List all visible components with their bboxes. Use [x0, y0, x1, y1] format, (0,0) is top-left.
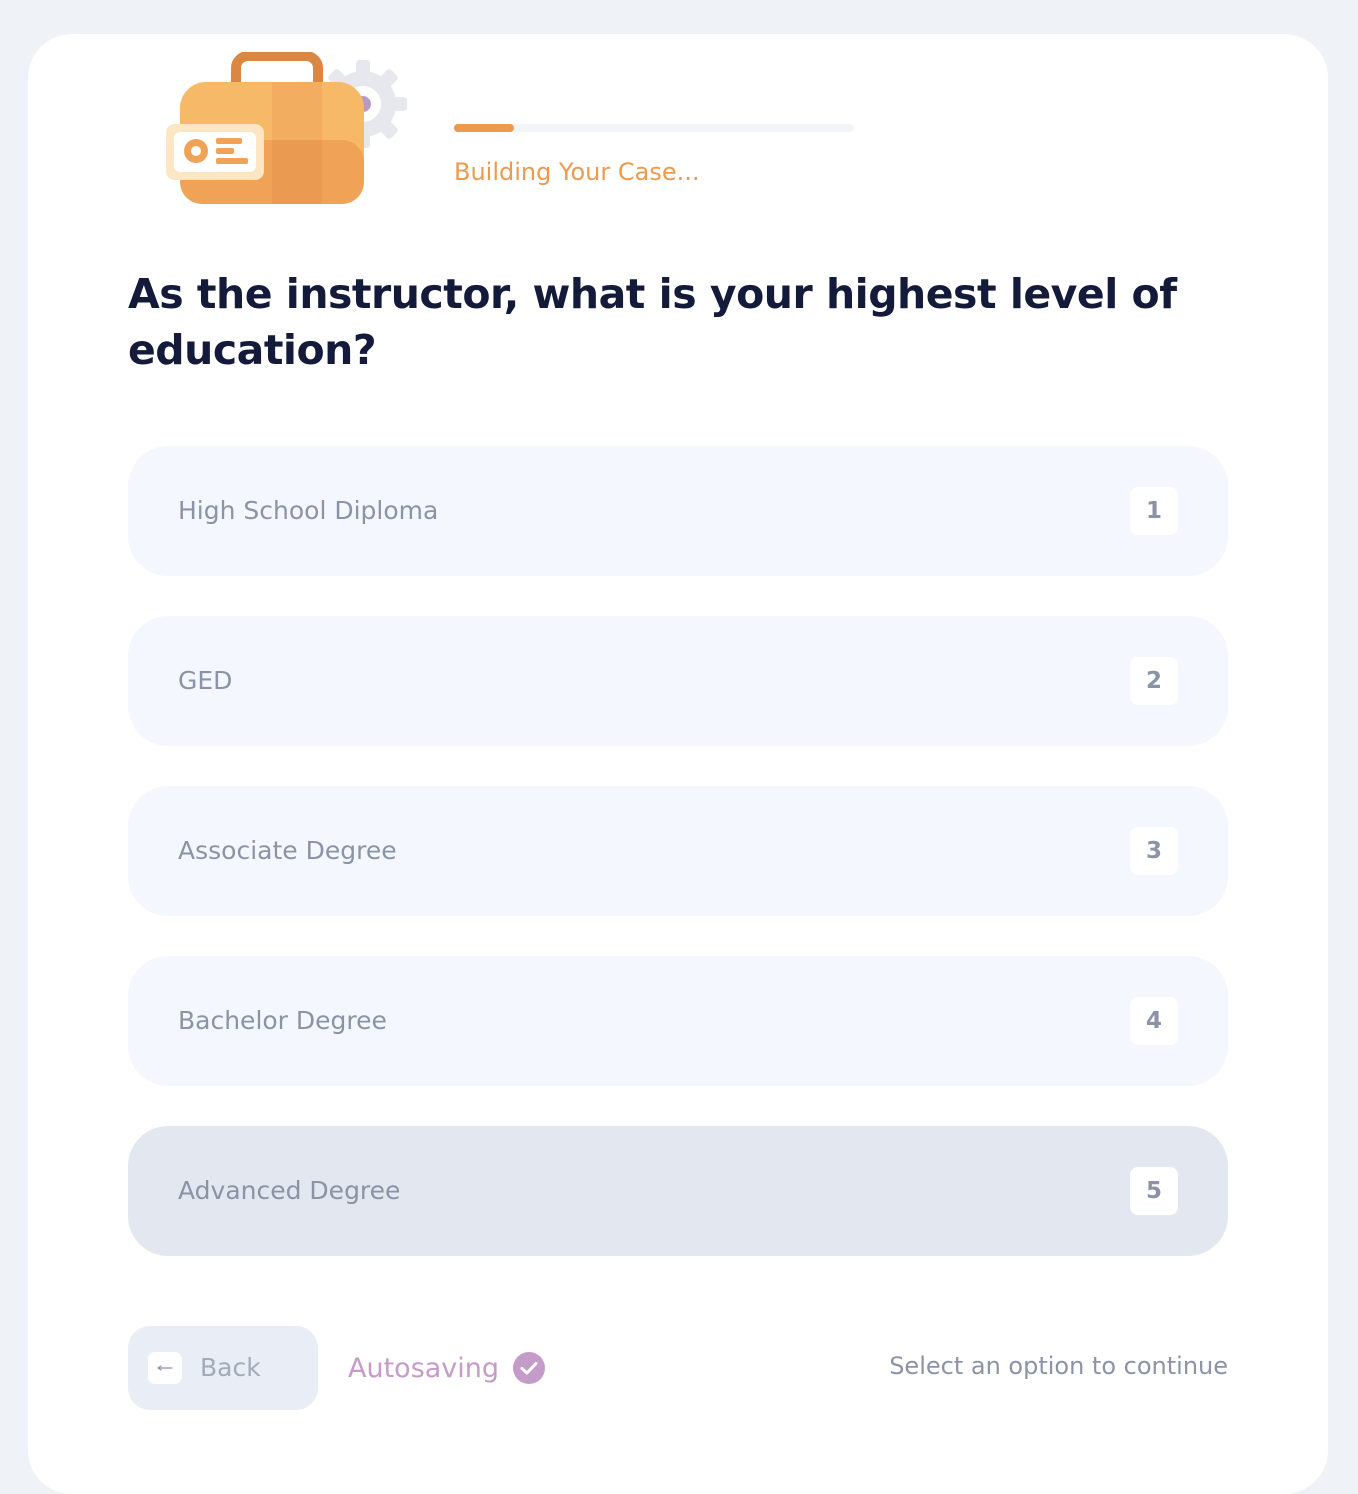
continue-hint: Select an option to continue: [889, 1352, 1228, 1380]
option-associate-degree[interactable]: Associate Degree 3: [128, 786, 1228, 916]
option-key-badge: 5: [1130, 1167, 1178, 1215]
option-key-badge: 4: [1130, 997, 1178, 1045]
option-key-badge: 1: [1130, 487, 1178, 535]
option-key-badge: 3: [1130, 827, 1178, 875]
option-bachelor-degree[interactable]: Bachelor Degree 4: [128, 956, 1228, 1086]
option-ged[interactable]: GED 2: [128, 616, 1228, 746]
check-circle-icon: [513, 1352, 546, 1384]
option-label: Bachelor Degree: [178, 1006, 387, 1035]
back-label: Back: [200, 1353, 261, 1382]
option-key-badge: 2: [1130, 657, 1178, 705]
autosave-label: Autosaving: [348, 1352, 500, 1384]
option-label: High School Diploma: [178, 496, 439, 525]
autosave-status: Autosaving: [348, 1346, 546, 1390]
progress-bar: [454, 124, 854, 132]
form-card: [28, 34, 1328, 1494]
question-title: As the instructor, what is your highest …: [128, 270, 1177, 374]
back-button[interactable]: Back: [128, 1326, 318, 1410]
arrow-left-icon: [148, 1352, 182, 1384]
option-label: GED: [178, 666, 233, 695]
option-label: Advanced Degree: [178, 1176, 401, 1205]
option-high-school-diploma[interactable]: High School Diploma 1: [128, 446, 1228, 576]
option-label: Associate Degree: [178, 836, 397, 865]
option-advanced-degree[interactable]: Advanced Degree 5: [128, 1126, 1228, 1256]
progress-fill: [454, 124, 514, 132]
briefcase-id-gear-icon: [166, 52, 407, 204]
progress-label: Building Your Case...: [454, 158, 700, 186]
